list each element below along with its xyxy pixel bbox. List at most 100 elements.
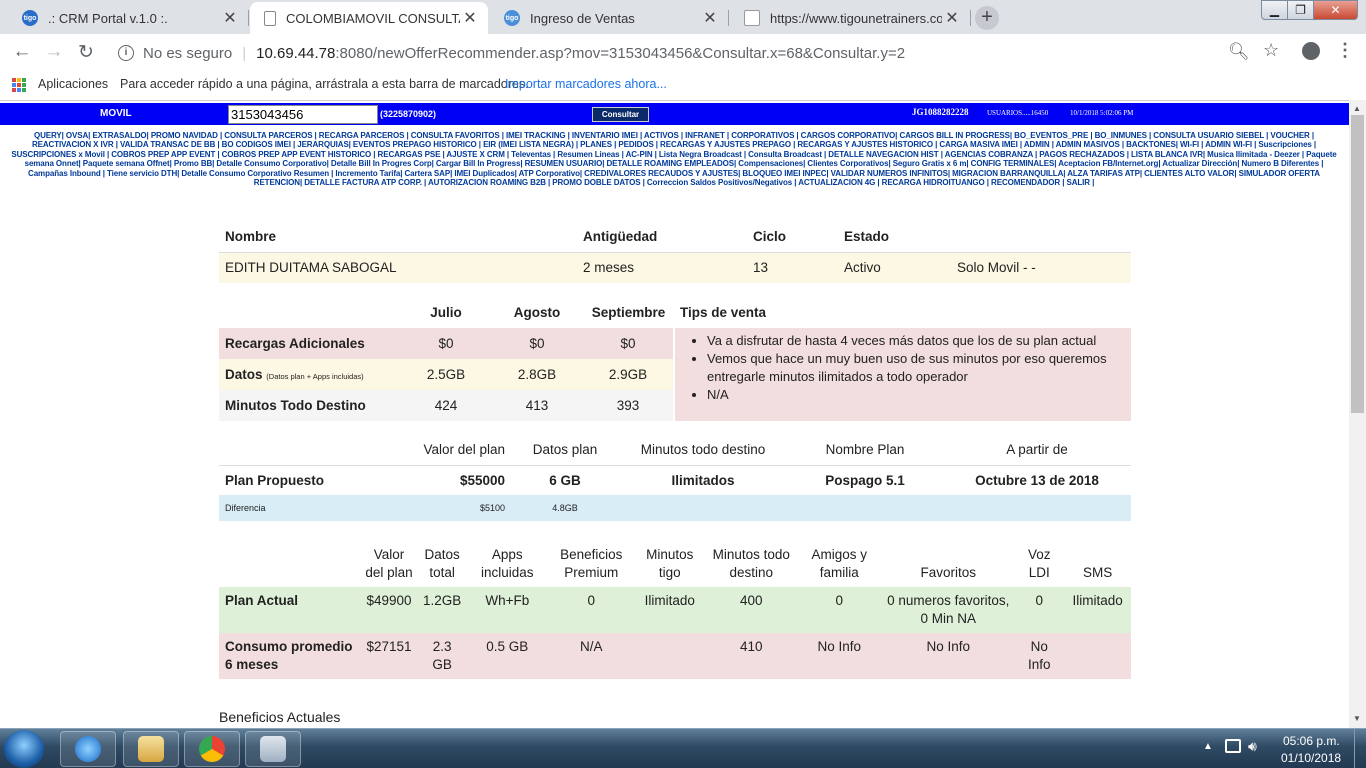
zoom-icon[interactable]: 🔍︎ <box>1228 42 1250 62</box>
plan-desde: Octubre 13 de 2018 <box>975 472 1099 488</box>
tigo-favicon-icon: tigo <box>504 10 520 26</box>
cell-value: 0.5 GB <box>465 633 550 679</box>
clock-date[interactable]: 01/10/2018 <box>1281 751 1341 765</box>
separator: | <box>242 44 247 62</box>
maximize-button[interactable]: ❐ <box>1287 0 1314 20</box>
vertical-scrollbar[interactable]: ▲ ▼ <box>1349 100 1366 728</box>
chrome-icon[interactable] <box>184 731 240 767</box>
header-month: Julio <box>430 305 462 320</box>
table-row: Diferencia $5100 4.8GB <box>219 495 1131 521</box>
tray-expand-icon[interactable]: ▲ <box>1203 741 1213 752</box>
header-nombre: Nombre <box>219 221 577 253</box>
minimize-button[interactable]: ▁ <box>1261 0 1288 20</box>
close-tab-icon[interactable]: ✕ <box>220 8 240 28</box>
scroll-down-icon[interactable]: ▼ <box>1353 714 1361 723</box>
tab-colombiamovil[interactable]: COLOMBIAMOVIL CONSULTA IN ✕ <box>250 2 488 34</box>
network-icon[interactable] <box>1225 739 1241 753</box>
clock-time[interactable]: 05:06 p.m. <box>1283 734 1340 748</box>
internet-explorer-icon[interactable] <box>60 731 116 767</box>
apps-grid-icon[interactable] <box>12 78 26 92</box>
forward-icon[interactable]: → <box>42 41 66 63</box>
new-tab-button[interactable]: + <box>975 6 999 30</box>
cell-value: 393 <box>583 390 674 421</box>
show-desktop-button[interactable] <box>1354 729 1366 768</box>
plan-nombre: Pospago 5.1 <box>825 472 905 488</box>
cell-value: 424 <box>401 390 491 421</box>
consultar-button[interactable]: Consultar <box>592 107 649 122</box>
table-row: Recargas Adicionales $0 $0 $0 Va a disfr… <box>219 328 1131 421</box>
close-tab-icon[interactable]: ✕ <box>700 8 720 28</box>
reload-icon[interactable]: ↻ <box>74 41 98 64</box>
address-bar[interactable]: i No es seguro | 10.69.44.78 :8080/newOf… <box>108 37 1294 69</box>
tab-title: Ingreso de Ventas <box>530 10 635 26</box>
tab-title: https://www.tigounetrainers.com <box>770 10 942 26</box>
tip-item: N/A <box>707 386 1125 404</box>
header-cell: Amigos y familia <box>811 547 868 580</box>
header-empty <box>219 297 401 328</box>
info-icon[interactable]: i <box>118 45 134 61</box>
current-plan-table: Valor del plan Datos total Apps incluida… <box>219 541 1131 679</box>
header-empty <box>219 541 359 587</box>
calculator-icon[interactable] <box>245 731 301 767</box>
cell-value: $49900 <box>359 587 419 633</box>
table-row: Plan Propuesto $55000 6 GB Ilimitados Po… <box>219 465 1131 495</box>
header-empty <box>951 221 1131 253</box>
tab-crm-portal[interactable]: tigo .: CRM Portal v.1.0 :. ✕ <box>8 2 249 34</box>
close-window-button[interactable]: ✕ <box>1313 0 1358 20</box>
cell-value <box>633 633 707 679</box>
header-cell: Beneficios Premium <box>560 547 623 580</box>
cell-value: Ilimitado <box>1064 587 1131 633</box>
start-button[interactable] <box>4 730 44 768</box>
scroll-thumb[interactable] <box>1351 115 1364 413</box>
account-icon[interactable] <box>1302 42 1320 60</box>
header-tips: Tips de venta <box>680 305 767 320</box>
tab-tigounetrainers[interactable]: https://www.tigounetrainers.com ✕ <box>730 2 971 34</box>
menu-icon[interactable]: ⋮ <box>1336 40 1354 61</box>
close-tab-icon[interactable]: ✕ <box>460 8 480 28</box>
diferencia-label: Diferencia <box>219 495 389 521</box>
page-favicon-icon <box>264 10 276 26</box>
client-estado: Activo <box>838 252 951 283</box>
scroll-up-icon[interactable]: ▲ <box>1353 104 1361 113</box>
bookmark-star-icon[interactable]: ☆ <box>1263 40 1279 61</box>
header-minutos: Minutos todo destino <box>619 435 787 466</box>
sales-tips: Va a disfrutar de hasta 4 veces más dato… <box>673 328 1131 421</box>
search-header: MOVIL (3225870902) Consultar JG108828222… <box>0 103 1349 125</box>
volume-icon[interactable]: 🔊︎ <box>1248 738 1257 755</box>
header-cell: Minutos tigo <box>646 547 694 580</box>
header-valor: Valor del plan <box>389 435 511 466</box>
import-bookmarks-link[interactable]: Importar marcadores ahora... <box>505 77 667 91</box>
cell-value: 400 <box>706 587 797 633</box>
cell-value: $0 <box>401 328 491 359</box>
cell-value: Ilimitado <box>633 587 707 633</box>
navigation-links[interactable]: QUERY| OVSA| EXTRASALDO| PROMO NAVIDAD |… <box>4 131 1344 187</box>
tigo-favicon-icon: tigo <box>22 10 38 26</box>
empty-cell <box>619 495 787 521</box>
apps-link[interactable]: Aplicaciones <box>38 77 108 91</box>
user-count: USUARIOS.....16450 <box>987 109 1049 117</box>
close-tab-icon[interactable]: ✕ <box>942 8 962 28</box>
plan-datos: 6 GB <box>549 472 581 488</box>
header-nombre: Nombre Plan <box>787 435 943 466</box>
phone-number-input[interactable] <box>228 105 378 124</box>
row-label-text: Datos <box>225 367 263 382</box>
tab-ingreso-ventas[interactable]: tigo Ingreso de Ventas ✕ <box>490 2 729 34</box>
cell-value: N/A <box>549 633 634 679</box>
cell-value: No Info <box>882 633 1015 679</box>
cell-value: 0 <box>796 587 883 633</box>
header-cell: Minutos todo destino <box>712 547 790 580</box>
plan-valor: $55000 <box>459 472 505 488</box>
plan-propuesto-label: Plan Propuesto <box>225 472 325 488</box>
security-label[interactable]: No es seguro <box>143 45 232 62</box>
file-explorer-icon[interactable] <box>123 731 179 767</box>
header-estado: Estado <box>838 221 951 253</box>
page-content: MOVIL (3225870902) Consultar JG108828222… <box>0 100 1349 728</box>
tab-title: COLOMBIAMOVIL CONSULTA IN <box>286 10 460 26</box>
row-label: Datos (Datos plan + Apps incluidas) <box>219 359 401 390</box>
taskbar: ▲ 🔊︎ 05:06 p.m. 01/10/2018 <box>0 728 1366 768</box>
cell-value: 0 <box>1014 587 1065 633</box>
cell-value <box>1064 633 1131 679</box>
client-name: EDITH DUITAMA SABOGAL <box>219 252 577 283</box>
cell-value: 2.8GB <box>491 359 583 390</box>
back-icon[interactable]: ← <box>10 41 34 63</box>
